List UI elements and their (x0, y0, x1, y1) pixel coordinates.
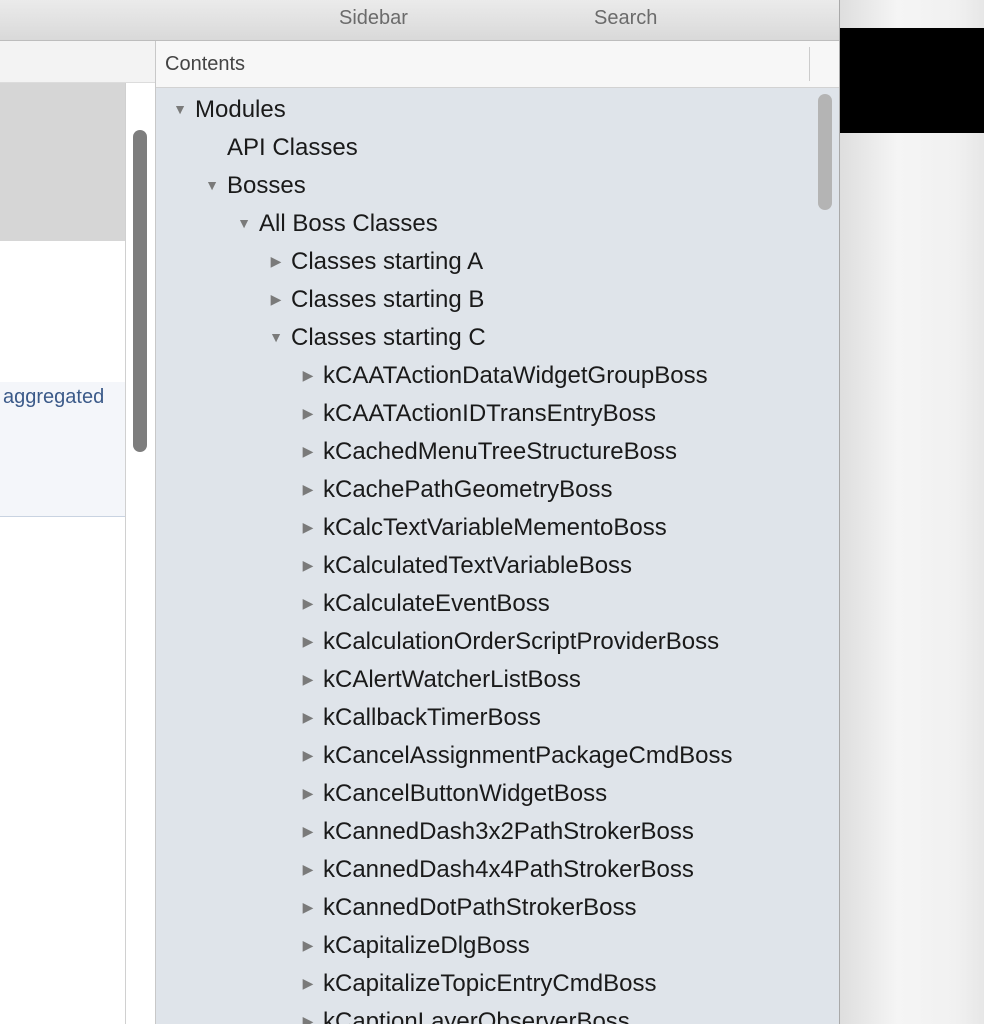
tree-item-label[interactable]: kCalculatedTextVariableBoss (323, 552, 632, 580)
tree-item-label[interactable]: kCalculateEventBoss (323, 590, 550, 618)
tree-item-label[interactable]: Classes starting B (291, 286, 484, 314)
tree-item[interactable]: ▶ kCalculatedTextVariableBoss (156, 547, 816, 585)
tree-item-label[interactable]: kCannedDash3x2PathStrokerBoss (323, 818, 694, 846)
contents-header-label: Contents (165, 53, 246, 75)
window-edge (839, 0, 840, 1024)
tree-item[interactable]: ▶ Classes starting B (156, 281, 816, 319)
tree-item-label[interactable]: kCAATActionIDTransEntryBoss (323, 400, 656, 428)
disclosure-triangle-right-icon[interactable]: ▶ (300, 899, 316, 915)
tree-item-label[interactable]: kCallbackTimerBoss (323, 704, 541, 732)
tree-item[interactable]: ▶ kCAATActionDataWidgetGroupBoss (156, 357, 816, 395)
tree-item-label[interactable]: kCalcTextVariableMementoBoss (323, 514, 667, 542)
tree-item-label[interactable]: kCancelAssignmentPackageCmdBoss (323, 742, 733, 770)
disclosure-triangle-down-icon[interactable]: ▼ (236, 215, 252, 231)
help-window: Sidebar Search aggregated Contents ▼ Modu… (0, 0, 840, 1024)
content-pane: aggregated (0, 41, 155, 1024)
tree-item-label[interactable]: kCAlertWatcherListBoss (323, 666, 581, 694)
disclosure-triangle-right-icon[interactable]: ▶ (300, 861, 316, 877)
tree-item-label[interactable]: kCancelButtonWidgetBoss (323, 780, 607, 808)
disclosure-triangle-right-icon[interactable]: ▶ (268, 291, 284, 307)
tree-item[interactable]: ▶ kCapitalizeTopicEntryCmdBoss (156, 965, 816, 1003)
tree-item[interactable]: ▶ kCannedDash4x4PathStrokerBoss (156, 851, 816, 889)
disclosure-triangle-right-icon[interactable]: ▶ (300, 671, 316, 687)
tree-item-label[interactable]: kCannedDotPathStrokerBoss (323, 894, 637, 922)
tree-item[interactable]: ▶ kCaptionLayerObserverBoss (156, 1003, 816, 1024)
contents-header: Contents (156, 41, 840, 88)
tree-item[interactable]: ▶ kCAATActionIDTransEntryBoss (156, 395, 816, 433)
tree-item-label[interactable]: Modules (195, 96, 286, 124)
disclosure-triangle-down-icon[interactable]: ▼ (172, 101, 188, 117)
contents-scrollbar-thumb[interactable] (818, 94, 832, 210)
tree-item[interactable]: ▼ Bosses (156, 167, 816, 205)
disclosure-triangle-right-icon[interactable]: ▶ (300, 443, 316, 459)
tree-item[interactable]: ▶ kCallbackTimerBoss (156, 699, 816, 737)
disclosure-triangle-right-icon[interactable]: ▶ (300, 785, 316, 801)
tree-item[interactable]: ▶ Classes starting A (156, 243, 816, 281)
disclosure-triangle-right-icon[interactable]: ▶ (300, 937, 316, 953)
contents-header-separator (809, 47, 810, 81)
disclosure-triangle-right-icon[interactable]: ▶ (300, 519, 316, 535)
disclosure-triangle-down-icon[interactable]: ▼ (268, 329, 284, 345)
background-window (840, 0, 984, 1024)
tree-item[interactable]: ▶ kCannedDash3x2PathStrokerBoss (156, 813, 816, 851)
disclosure-triangle-down-icon[interactable]: ▼ (204, 177, 220, 193)
search-toolbar-button[interactable]: Search (594, 7, 657, 30)
contents-tree: ▼ Modules API Classes ▼ Bosses ▼ All Boss Clas… (156, 88, 816, 1024)
background-dark-panel (840, 28, 984, 133)
tree-item[interactable]: ▶ kCannedDotPathStrokerBoss (156, 889, 816, 927)
contents-sidebar: Contents ▼ Modules API Classes ▼ Bosses ▼ All … (155, 41, 840, 1024)
disclosure-triangle-right-icon[interactable]: ▶ (300, 747, 316, 763)
content-header (0, 41, 155, 83)
tree-item[interactable]: ▶ kCachedMenuTreeStructureBoss (156, 433, 816, 471)
toolbar: Sidebar Search (0, 0, 840, 41)
tree-item[interactable]: ▶ kCapitalizeDlgBoss (156, 927, 816, 965)
tree-item[interactable]: ▶ kCancelAssignmentPackageCmdBoss (156, 737, 816, 775)
tree-item-label[interactable]: All Boss Classes (259, 210, 438, 238)
tree-item[interactable]: ▼ All Boss Classes (156, 205, 816, 243)
disclosure-triangle-right-icon[interactable]: ▶ (300, 367, 316, 383)
tree-item-label[interactable]: kCapitalizeDlgBoss (323, 932, 530, 960)
disclosure-triangle-right-icon[interactable]: ▶ (300, 975, 316, 991)
tree-item[interactable]: ▶ kCalculationOrderScriptProviderBoss (156, 623, 816, 661)
disclosure-triangle-right-icon[interactable]: ▶ (300, 481, 316, 497)
tree-item[interactable]: ▶ kCalcTextVariableMementoBoss (156, 509, 816, 547)
tree-item[interactable]: ▶ kCalculateEventBoss (156, 585, 816, 623)
tree-item-label[interactable]: Classes starting A (291, 248, 483, 276)
disclosure-triangle-right-icon[interactable]: ▶ (300, 595, 316, 611)
disclosure-triangle-right-icon[interactable]: ▶ (300, 557, 316, 573)
tree-item[interactable]: ▶ kCAlertWatcherListBoss (156, 661, 816, 699)
disclosure-triangle-right-icon[interactable]: ▶ (300, 709, 316, 725)
disclosure-triangle-right-icon[interactable]: ▶ (300, 823, 316, 839)
tree-item-label[interactable]: Bosses (227, 172, 306, 200)
disclosure-triangle-right-icon[interactable]: ▶ (268, 253, 284, 269)
tree-item[interactable]: ▼ Modules (156, 91, 816, 129)
tree-item-label[interactable]: kCachePathGeometryBoss (323, 476, 612, 504)
content-link-text[interactable]: aggregated (3, 386, 104, 409)
tree-item[interactable]: ▶ kCachePathGeometryBoss (156, 471, 816, 509)
tree-item-label[interactable]: Classes starting C (291, 324, 486, 352)
disclosure-triangle-right-icon[interactable]: ▶ (300, 405, 316, 421)
tree-item[interactable]: ▶ kCancelButtonWidgetBoss (156, 775, 816, 813)
tree-item[interactable]: API Classes (156, 129, 816, 167)
content-header-block (0, 83, 125, 241)
tree-item-label[interactable]: kCannedDash4x4PathStrokerBoss (323, 856, 694, 884)
disclosure-triangle-right-icon[interactable]: ▶ (300, 1013, 316, 1024)
tree-item-label[interactable]: kCaptionLayerObserverBoss (323, 1008, 630, 1024)
tree-item-label[interactable]: API Classes (227, 134, 358, 162)
tree-item[interactable]: ▼ Classes starting C (156, 319, 816, 357)
tree-item-label[interactable]: kCachedMenuTreeStructureBoss (323, 438, 677, 466)
tree-item-label[interactable]: kCAATActionDataWidgetGroupBoss (323, 362, 708, 390)
sidebar-toolbar-button[interactable]: Sidebar (339, 7, 408, 30)
tree-item-label[interactable]: kCapitalizeTopicEntryCmdBoss (323, 970, 656, 998)
content-scrollbar-thumb[interactable] (133, 130, 147, 452)
tree-item-label[interactable]: kCalculationOrderScriptProviderBoss (323, 628, 719, 656)
disclosure-triangle-right-icon[interactable]: ▶ (300, 633, 316, 649)
